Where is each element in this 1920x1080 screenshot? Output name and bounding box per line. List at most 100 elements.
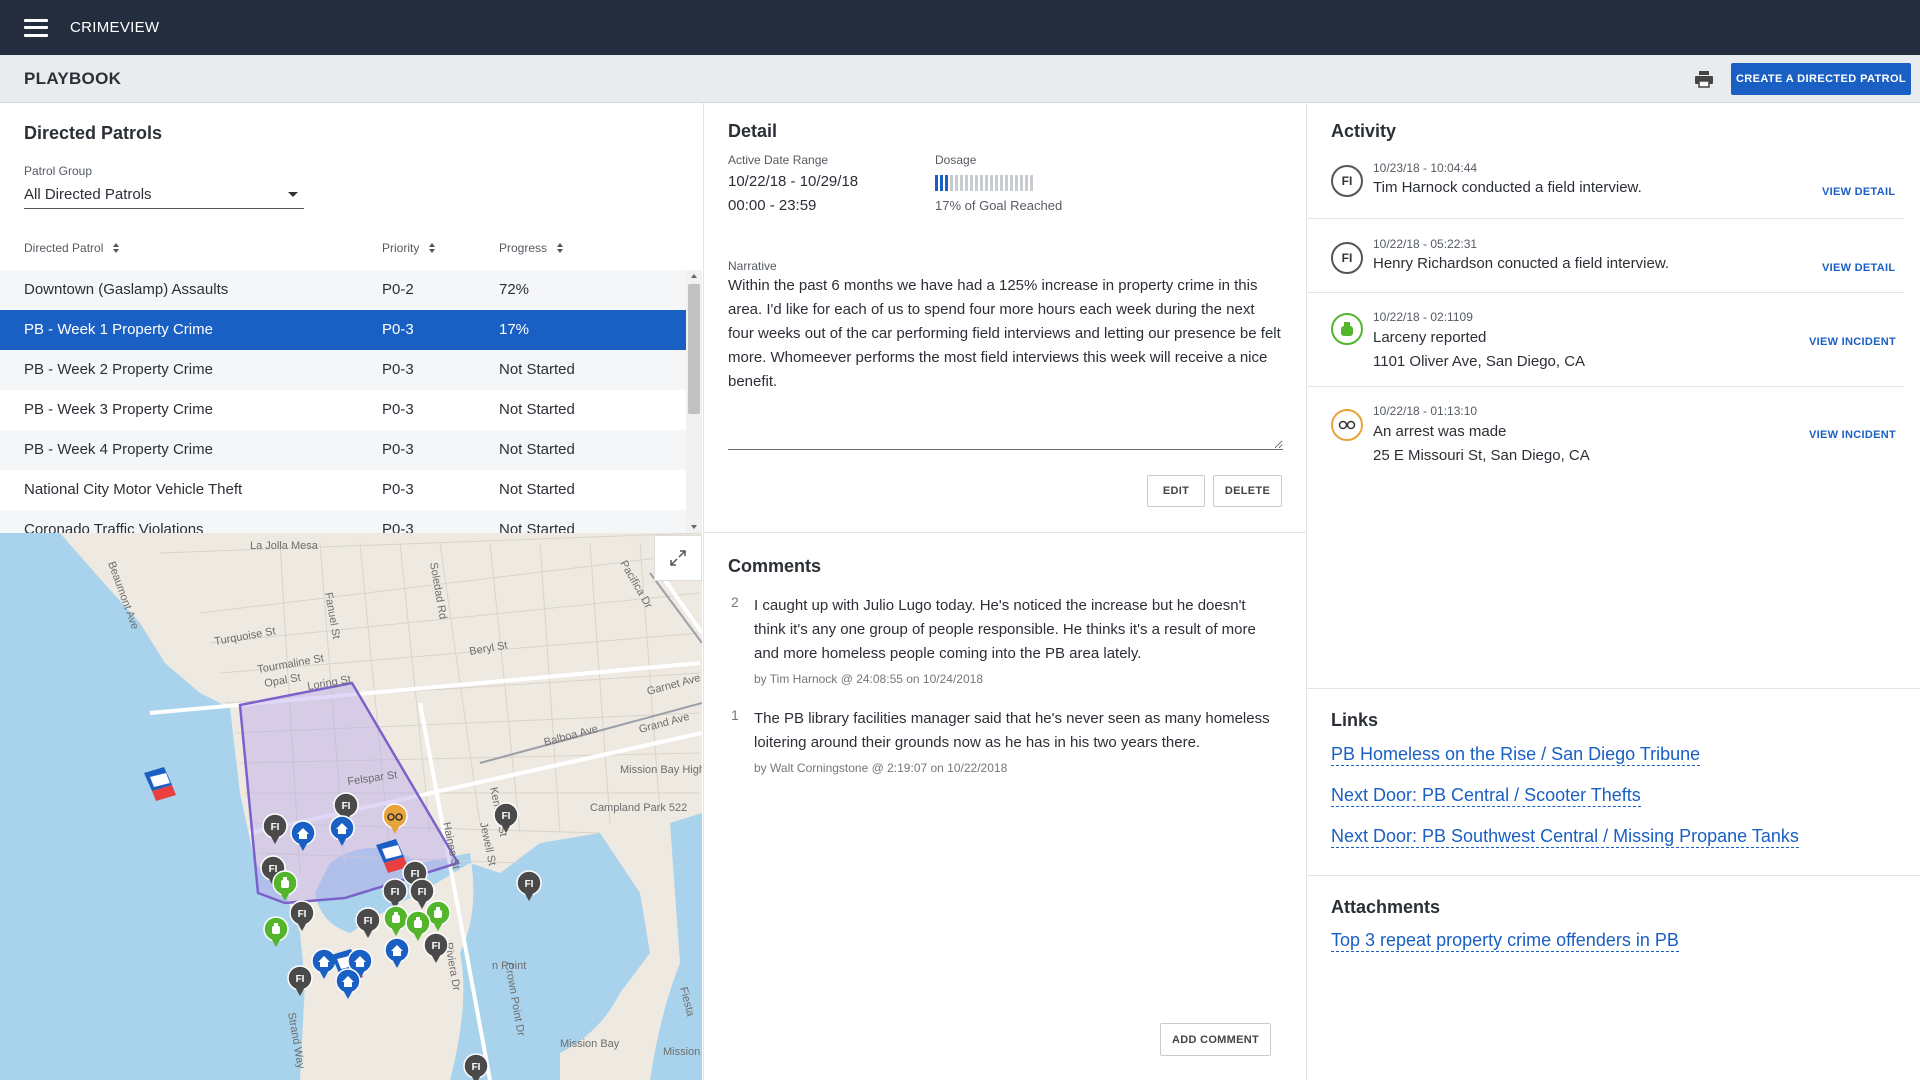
view-incident-link[interactable]: VIEW INCIDENT [1809, 336, 1896, 348]
delete-button[interactable]: DELETE [1213, 475, 1282, 507]
patrol-group-label: Patrol Group [24, 164, 93, 178]
activity-time: 10/22/18 - 05:22:31 [1373, 237, 1478, 251]
map-label: Jewell St [477, 821, 498, 867]
divider [704, 532, 1307, 533]
dosage-tick [960, 175, 963, 191]
activity-item: FI 10/23/18 - 10:04:44 Tim Harnock condu… [1307, 147, 1905, 219]
column-header-directed-patrol[interactable]: Directed Patrol [24, 241, 120, 255]
activity-item: FI 10/22/18 - 05:22:31 Henry Richardson … [1307, 219, 1905, 293]
detail-panel: Detail Active Date Range 10/22/18 - 10/2… [703, 103, 1307, 1080]
activity-text: An arrest was made [1373, 423, 1507, 440]
comment-text: The PB library facilities manager said t… [754, 710, 1270, 751]
table-row[interactable]: PB - Week 4 Property Crime P0-3 Not Starte… [0, 430, 686, 470]
menu-icon[interactable] [24, 18, 48, 37]
activity-text: Larceny reported [1373, 329, 1487, 346]
comment-author: by Walt Corningstone @ 2:19:07 on 10/22/… [754, 761, 1008, 775]
table-header: Directed Patrol Priority Progress [0, 233, 686, 263]
link-item[interactable]: Next Door: PB Southwest Central / Missin… [1331, 826, 1799, 848]
map-label: Opal St [263, 672, 301, 690]
scroll-down-icon[interactable] [691, 525, 697, 529]
column-header-progress[interactable]: Progress [499, 241, 564, 255]
column-header-priority[interactable]: Priority [382, 241, 436, 255]
table-row[interactable]: Downtown (Gaslamp) Assaults P0-2 72% [0, 270, 686, 310]
activity-time: 10/23/18 - 10:04:44 [1373, 161, 1478, 175]
map-label: Mission Bay Par [663, 1046, 702, 1058]
scroll-up-icon[interactable] [691, 274, 697, 278]
divider [1307, 875, 1920, 876]
arrest-icon [1331, 409, 1363, 441]
activity-panel: Activity FI 10/23/18 - 10:04:44 Tim Harn… [1306, 103, 1920, 1080]
larceny-marker-icon [383, 905, 409, 937]
dosage-progress-bar [935, 175, 1055, 191]
dosage-label: Dosage [935, 153, 977, 167]
field-interview-icon: FI [1331, 242, 1363, 274]
date-range: 10/22/18 - 10/29/18 [728, 173, 859, 190]
table-row[interactable]: PB - Week 3 Property Crime P0-3 Not Starte… [0, 390, 686, 430]
table-row[interactable]: National City Motor Vehicle Theft P0-3 Not… [0, 470, 686, 510]
table-scrollbar[interactable] [686, 270, 702, 533]
directed-patrols-panel: Directed Patrols Patrol Group All Direct… [0, 103, 702, 1080]
attachments-title: Attachments [1331, 897, 1441, 917]
burglary-marker-icon [311, 948, 337, 980]
map-label: Mission Bay High [620, 764, 702, 776]
view-incident-link[interactable]: VIEW INCIDENT [1809, 429, 1896, 441]
app-title: CRIMEVIEW [70, 19, 160, 36]
page-header: PLAYBOOK CREATE A DIRECTED PATROL [0, 55, 1920, 103]
view-detail-link[interactable]: VIEW DETAIL [1822, 186, 1895, 198]
patrol-map[interactable]: La Jolla Mesa Beaumont Ave Turquoise St … [0, 533, 702, 1080]
top-bar: CRIMEVIEW [0, 0, 1920, 55]
link-item[interactable]: PB Homeless on the Rise / San Diego Trib… [1331, 744, 1701, 766]
dosage-text: 17% of Goal Reached [935, 198, 1063, 213]
activity-time: 10/22/18 - 02:1109 [1373, 310, 1473, 324]
printer-icon[interactable] [1694, 70, 1714, 88]
active-date-range-label: Active Date Range [728, 153, 829, 167]
attachment-link[interactable]: Top 3 repeat property crime offenders in… [1331, 930, 1679, 952]
dosage-tick [975, 175, 978, 191]
view-detail-link[interactable]: VIEW DETAIL [1822, 262, 1895, 274]
burglary-marker-icon [335, 968, 361, 1000]
dosage-tick [950, 175, 953, 191]
dosage-tick [1025, 175, 1028, 191]
comment-text: I caught up with Julio Lugo today. He's … [754, 597, 1256, 662]
table-row[interactable]: Coronado Traffic Violations P0-3 Not Start… [0, 510, 686, 533]
add-comment-button[interactable]: ADD COMMENT [1160, 1023, 1271, 1056]
field-interview-icon: FI [1331, 165, 1363, 197]
dosage-tick [980, 175, 983, 191]
dosage-tick [965, 175, 968, 191]
activity-address: 1101 Oliver Ave, San Diego, CA [1373, 353, 1586, 370]
patrol-group-select[interactable]: All Directed Patrols [24, 181, 304, 209]
map-label: Soledad Rd [427, 561, 449, 620]
dosage-tick [1010, 175, 1013, 191]
dosage-tick [985, 175, 988, 191]
dosage-tick [990, 175, 993, 191]
caret-down-icon [288, 192, 298, 197]
map-label: Mission Bay [560, 1038, 620, 1050]
table-row[interactable]: PB - Week 2 Property Crime P0-3 Not Starte… [0, 350, 686, 390]
dosage-tick [940, 175, 943, 191]
sort-icon [557, 243, 564, 253]
expand-map-button[interactable] [654, 535, 702, 581]
dosage-tick [995, 175, 998, 191]
map-label: La Jolla Mesa [250, 540, 319, 552]
dosage-tick [955, 175, 958, 191]
activity-item: 10/22/18 - 02:1109 Larceny reported 1101… [1307, 293, 1905, 387]
activity-address: 25 E Missouri St, San Diego, CA [1373, 447, 1590, 464]
table-row-selected[interactable]: PB - Week 1 Property Crime P0-3 17% [0, 310, 686, 350]
sort-icon [429, 243, 436, 253]
create-directed-patrol-button[interactable]: CREATE A DIRECTED PATROL [1731, 63, 1911, 95]
activity-text: Henry Richardson conucted a field interv… [1373, 255, 1669, 272]
activity-title: Activity [1331, 121, 1397, 141]
map-label: Beryl St [468, 639, 508, 658]
directed-patrols-table: Downtown (Gaslamp) Assaults P0-2 72% PB - … [0, 270, 686, 533]
dosage-tick [1015, 175, 1018, 191]
scroll-thumb[interactable] [688, 284, 700, 414]
map-label: Balboa Ave [543, 723, 600, 749]
larceny-icon [1331, 313, 1363, 345]
map-label: Pacifica Dr [617, 559, 654, 611]
narrative-textarea[interactable]: Within the past 6 months we have had a 1… [728, 274, 1283, 450]
activity-item: 10/22/18 - 01:13:10 An arrest was made 2… [1307, 387, 1905, 481]
comments-title: Comments [728, 556, 822, 576]
burglary-marker-icon [384, 937, 410, 969]
edit-button[interactable]: EDIT [1147, 475, 1205, 507]
link-item[interactable]: Next Door: PB Central / Scooter Thefts [1331, 785, 1641, 807]
